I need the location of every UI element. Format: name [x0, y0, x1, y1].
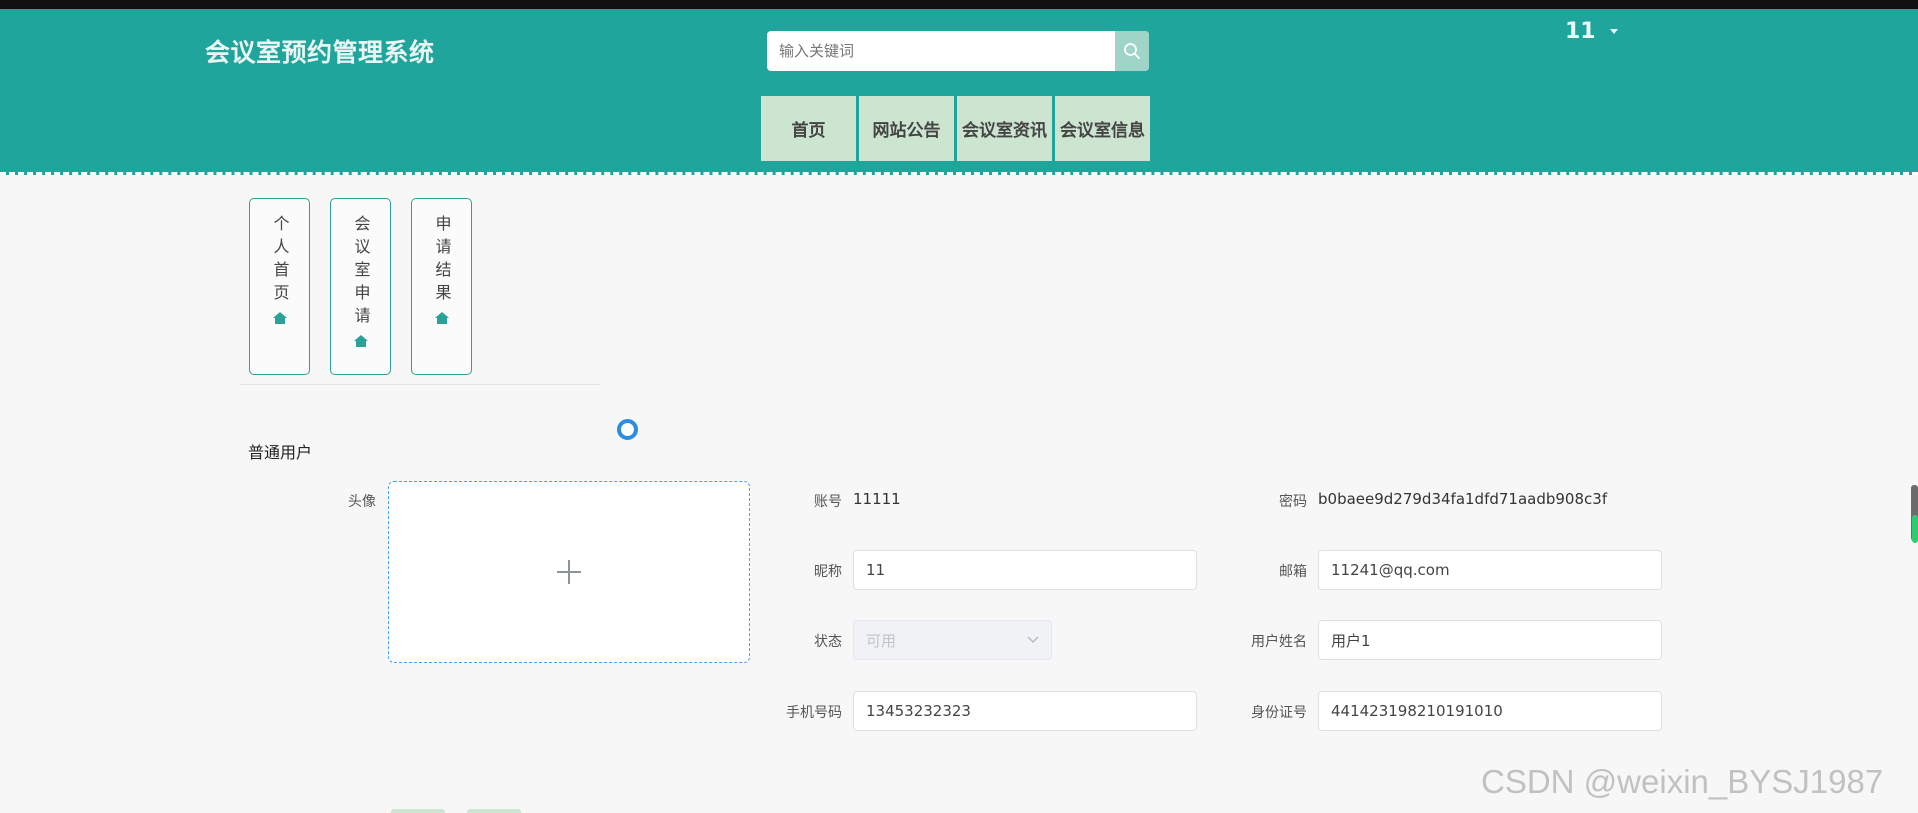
- search-icon: [1124, 43, 1140, 59]
- email-value: 11241@qq.com: [1331, 561, 1450, 579]
- watermark: CSDN @weixin_BYSJ1987: [1481, 763, 1884, 800]
- idcard-value: 441423198210191010: [1331, 702, 1503, 720]
- phone-field[interactable]: 13453232323: [853, 691, 1197, 731]
- email-field[interactable]: 11241@qq.com: [1318, 550, 1662, 590]
- idcard-field[interactable]: 441423198210191010: [1318, 691, 1662, 731]
- site-brand[interactable]: 会议室预约管理系统: [205, 33, 435, 69]
- idcard-label: 身份证号: [1251, 705, 1307, 721]
- plus-icon: [557, 560, 581, 584]
- loading-spinner-icon: [617, 419, 638, 440]
- nav-item-announcements[interactable]: 网站公告: [859, 96, 954, 161]
- realname-label: 用户姓名: [1251, 634, 1307, 650]
- phone-value: 13453232323: [866, 702, 971, 720]
- search-box: [767, 31, 1149, 71]
- tab-meeting-application[interactable]: 会议室申请: [330, 198, 391, 375]
- avatar-label: 头像: [348, 494, 376, 510]
- email-label: 邮箱: [1279, 564, 1307, 580]
- update-button[interactable]: [391, 809, 445, 813]
- password-value: b0baee9d279d34fa1dfd71aadb908c3f: [1318, 490, 1608, 508]
- nav-item-home[interactable]: 首页: [761, 96, 856, 161]
- phone-label: 手机号码: [786, 705, 842, 721]
- avatar-upload[interactable]: [388, 481, 750, 663]
- site-header: 会议室预约管理系统 11 首页 网站公告 会议室资讯 会议室信息: [0, 9, 1918, 175]
- tabs-divider: [240, 384, 600, 385]
- realname-field[interactable]: 用户1: [1318, 620, 1662, 660]
- user-name: 11: [1565, 19, 1596, 44]
- nav-item-meeting-rooms[interactable]: 会议室信息: [1055, 96, 1150, 161]
- caret-down-icon: [1609, 29, 1618, 34]
- home-icon: [353, 335, 368, 347]
- account-label: 账号: [814, 494, 842, 510]
- main-nav: 首页 网站公告 会议室资讯 会议室信息: [761, 96, 1150, 161]
- logout-button[interactable]: [467, 809, 521, 813]
- section-title: 普通用户: [248, 443, 313, 462]
- tab-personal-home[interactable]: 个人首页: [249, 198, 310, 375]
- side-tabs: 个人首页 会议室申请 申请结果: [249, 198, 472, 375]
- password-label: 密码: [1279, 494, 1307, 510]
- top-strip: [0, 0, 1918, 9]
- user-menu[interactable]: 11: [1565, 19, 1618, 44]
- status-label: 状态: [814, 634, 842, 650]
- nickname-label: 昵称: [814, 564, 842, 580]
- tab-label: 个人首页: [270, 215, 290, 307]
- tab-label: 申请结果: [432, 215, 452, 307]
- search-input[interactable]: [767, 31, 1115, 71]
- nav-item-meeting-news[interactable]: 会议室资讯: [957, 96, 1052, 161]
- home-icon: [272, 312, 287, 324]
- home-icon: [434, 312, 449, 324]
- account-value: 11111: [853, 490, 901, 508]
- status-value: 可用: [866, 631, 897, 650]
- status-select[interactable]: 可用: [853, 620, 1052, 660]
- search-button[interactable]: [1115, 31, 1149, 71]
- nickname-field[interactable]: 11: [853, 550, 1197, 590]
- scrollbar-indicator: [1912, 515, 1918, 543]
- nickname-value: 11: [866, 561, 886, 579]
- tab-application-results[interactable]: 申请结果: [411, 198, 472, 375]
- realname-value: 用户1: [1331, 631, 1371, 650]
- chevron-down-icon: [1027, 636, 1039, 644]
- tab-label: 会议室申请: [351, 215, 371, 330]
